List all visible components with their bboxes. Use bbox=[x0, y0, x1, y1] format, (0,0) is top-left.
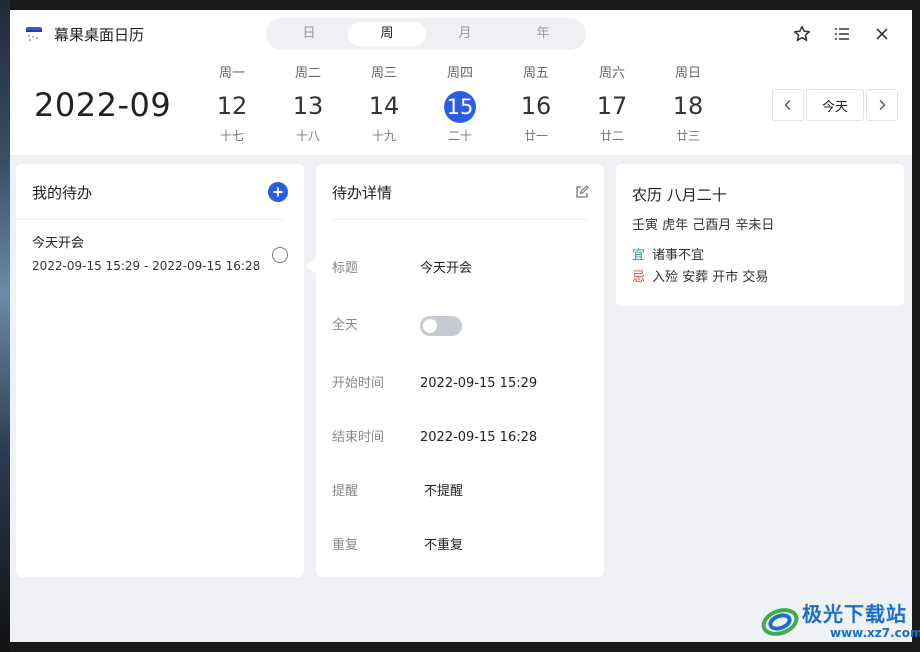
detail-row-start: 开始时间 2022-09-15 15:29 bbox=[332, 373, 588, 395]
start-time-label: 开始时间 bbox=[332, 376, 385, 391]
lunar-day-label: 廿二 bbox=[599, 129, 624, 143]
tab-month[interactable]: 月 bbox=[426, 22, 504, 46]
calendar-window: 幕果桌面日历 日 周 月 年 2022-09 周一 12 十七 周二 13 十八… bbox=[10, 10, 912, 642]
edit-icon[interactable] bbox=[574, 184, 590, 200]
day-cell-fri[interactable]: 周五 16 廿一 bbox=[498, 64, 574, 148]
weekday-label: 周五 bbox=[522, 66, 549, 81]
day-number: 16 bbox=[520, 92, 552, 120]
lunar-date: 农历 八月二十 bbox=[632, 186, 727, 204]
day-number: 14 bbox=[368, 92, 400, 120]
tab-day[interactable]: 日 bbox=[270, 22, 348, 46]
todo-panel-title: 我的待办 bbox=[32, 184, 93, 202]
lunar-day-label: 十七 bbox=[219, 129, 244, 143]
remind-select[interactable]: 不提醒 bbox=[424, 481, 463, 503]
star-icon[interactable] bbox=[792, 24, 812, 44]
lunar-day-label: 十九 bbox=[371, 129, 396, 143]
chevron-left-icon bbox=[784, 100, 791, 110]
allday-label: 全天 bbox=[332, 318, 359, 333]
week-strip: 周一 12 十七 周二 13 十八 周三 14 十九 周四 15 二十 周五 1 bbox=[194, 64, 726, 148]
todo-item-time: 2022-09-15 15:29 - 2022-09-15 16:28 bbox=[32, 259, 261, 273]
detail-pointer-arrow bbox=[306, 258, 316, 274]
detail-panel-title: 待办详情 bbox=[332, 184, 393, 202]
day-cell-thu-today[interactable]: 周四 15 二十 bbox=[422, 64, 498, 148]
day-cell-sat[interactable]: 周六 17 廿二 bbox=[574, 64, 650, 148]
calendar-app-icon bbox=[26, 27, 42, 41]
yi-tag: 宜 bbox=[632, 248, 646, 263]
yi-text: 诸事不宜 bbox=[652, 248, 705, 263]
tab-week[interactable]: 周 bbox=[348, 22, 426, 46]
remind-label: 提醒 bbox=[332, 484, 359, 499]
add-todo-button[interactable] bbox=[268, 182, 288, 202]
view-mode-switch: 日 周 月 年 bbox=[266, 18, 586, 50]
close-icon[interactable] bbox=[872, 24, 892, 44]
tab-year[interactable]: 年 bbox=[504, 22, 582, 46]
today-day-number: 15 bbox=[444, 91, 476, 123]
weekday-label: 周三 bbox=[370, 66, 397, 81]
repeat-label: 重复 bbox=[332, 538, 359, 553]
lunar-day-label: 十八 bbox=[295, 129, 320, 143]
detail-row-end: 结束时间 2022-09-15 16:28 bbox=[332, 427, 588, 449]
toggle-knob bbox=[423, 319, 437, 333]
day-cell-sun[interactable]: 周日 18 廿三 bbox=[650, 64, 726, 148]
detail-row-allday: 全天 bbox=[332, 315, 588, 337]
end-time-label: 结束时间 bbox=[332, 430, 385, 445]
day-number: 13 bbox=[292, 92, 324, 120]
lunar-day-label: 二十 bbox=[447, 129, 472, 143]
app-title: 幕果桌面日历 bbox=[54, 26, 145, 44]
current-year-month: 2022-09 bbox=[34, 86, 172, 124]
watermark: 极光下载站 www.xz7.com bbox=[758, 598, 920, 646]
ji-tag: 忌 bbox=[632, 270, 646, 285]
today-button[interactable]: 今天 bbox=[806, 89, 864, 121]
weekday-label: 周二 bbox=[294, 66, 321, 81]
divider bbox=[16, 219, 284, 220]
day-cell-mon[interactable]: 周一 12 十七 bbox=[194, 64, 270, 148]
weekday-label: 周日 bbox=[674, 66, 701, 81]
start-time-value[interactable]: 2022-09-15 15:29 bbox=[420, 373, 537, 395]
week-navigation: 今天 bbox=[772, 89, 898, 123]
desktop-background bbox=[0, 0, 10, 652]
ji-text: 入殓 安葬 开市 交易 bbox=[652, 270, 769, 285]
day-number-wrap: 15 bbox=[422, 84, 498, 128]
next-week-button[interactable] bbox=[866, 89, 898, 121]
day-cell-wed[interactable]: 周三 14 十九 bbox=[346, 64, 422, 148]
almanac-panel: 农历 八月二十 壬寅 虎年 己酉月 辛未日 宜诸事不宜 忌入殓 安葬 开市 交易 bbox=[616, 164, 904, 306]
title-label: 标题 bbox=[332, 261, 359, 276]
prev-week-button[interactable] bbox=[772, 89, 804, 121]
watermark-url: www.xz7.com bbox=[830, 626, 920, 640]
weekday-label: 周六 bbox=[598, 66, 625, 81]
todo-item-name: 今天开会 bbox=[32, 236, 85, 251]
todo-panel: 我的待办 今天开会 2022-09-15 15:29 - 2022-09-15 … bbox=[16, 164, 304, 577]
ganzhi-date: 壬寅 虎年 己酉月 辛未日 bbox=[632, 218, 775, 233]
todo-complete-checkbox[interactable] bbox=[272, 247, 288, 263]
end-time-value[interactable]: 2022-09-15 16:28 bbox=[420, 427, 537, 449]
weekday-label: 周一 bbox=[218, 66, 245, 81]
allday-toggle[interactable] bbox=[420, 316, 462, 336]
lunar-day-label: 廿三 bbox=[675, 129, 700, 143]
detail-row-repeat: 重复 不重复 bbox=[332, 535, 588, 557]
todo-item[interactable]: 今天开会 2022-09-15 15:29 - 2022-09-15 16:28 bbox=[32, 234, 292, 278]
todo-detail-panel: 待办详情 标题 今天开会 全天 开始时间 2022-09-15 15:29 结束… bbox=[316, 164, 604, 577]
almanac-ji-row: 忌入殓 安葬 开市 交易 bbox=[632, 266, 768, 285]
watermark-text: 极光下载站 bbox=[802, 602, 907, 626]
top-bar: 幕果桌面日历 日 周 月 年 2022-09 周一 12 十七 周二 13 十八… bbox=[10, 10, 912, 155]
list-icon[interactable] bbox=[832, 24, 852, 44]
weekday-label: 周四 bbox=[446, 66, 473, 81]
detail-row-remind: 提醒 不提醒 bbox=[332, 481, 588, 503]
detail-row-title: 标题 今天开会 bbox=[332, 258, 588, 280]
lunar-day-label: 廿一 bbox=[523, 129, 548, 143]
divider bbox=[332, 219, 588, 220]
repeat-select[interactable]: 不重复 bbox=[424, 535, 463, 557]
plus-icon bbox=[273, 187, 283, 197]
day-number: 18 bbox=[672, 92, 704, 120]
day-number: 17 bbox=[596, 92, 628, 120]
day-cell-tue[interactable]: 周二 13 十八 bbox=[270, 64, 346, 148]
almanac-yi-row: 宜诸事不宜 bbox=[632, 244, 704, 263]
day-number: 12 bbox=[216, 92, 248, 120]
title-value[interactable]: 今天开会 bbox=[420, 258, 472, 280]
watermark-logo-icon bbox=[761, 608, 799, 636]
chevron-right-icon bbox=[879, 100, 886, 110]
